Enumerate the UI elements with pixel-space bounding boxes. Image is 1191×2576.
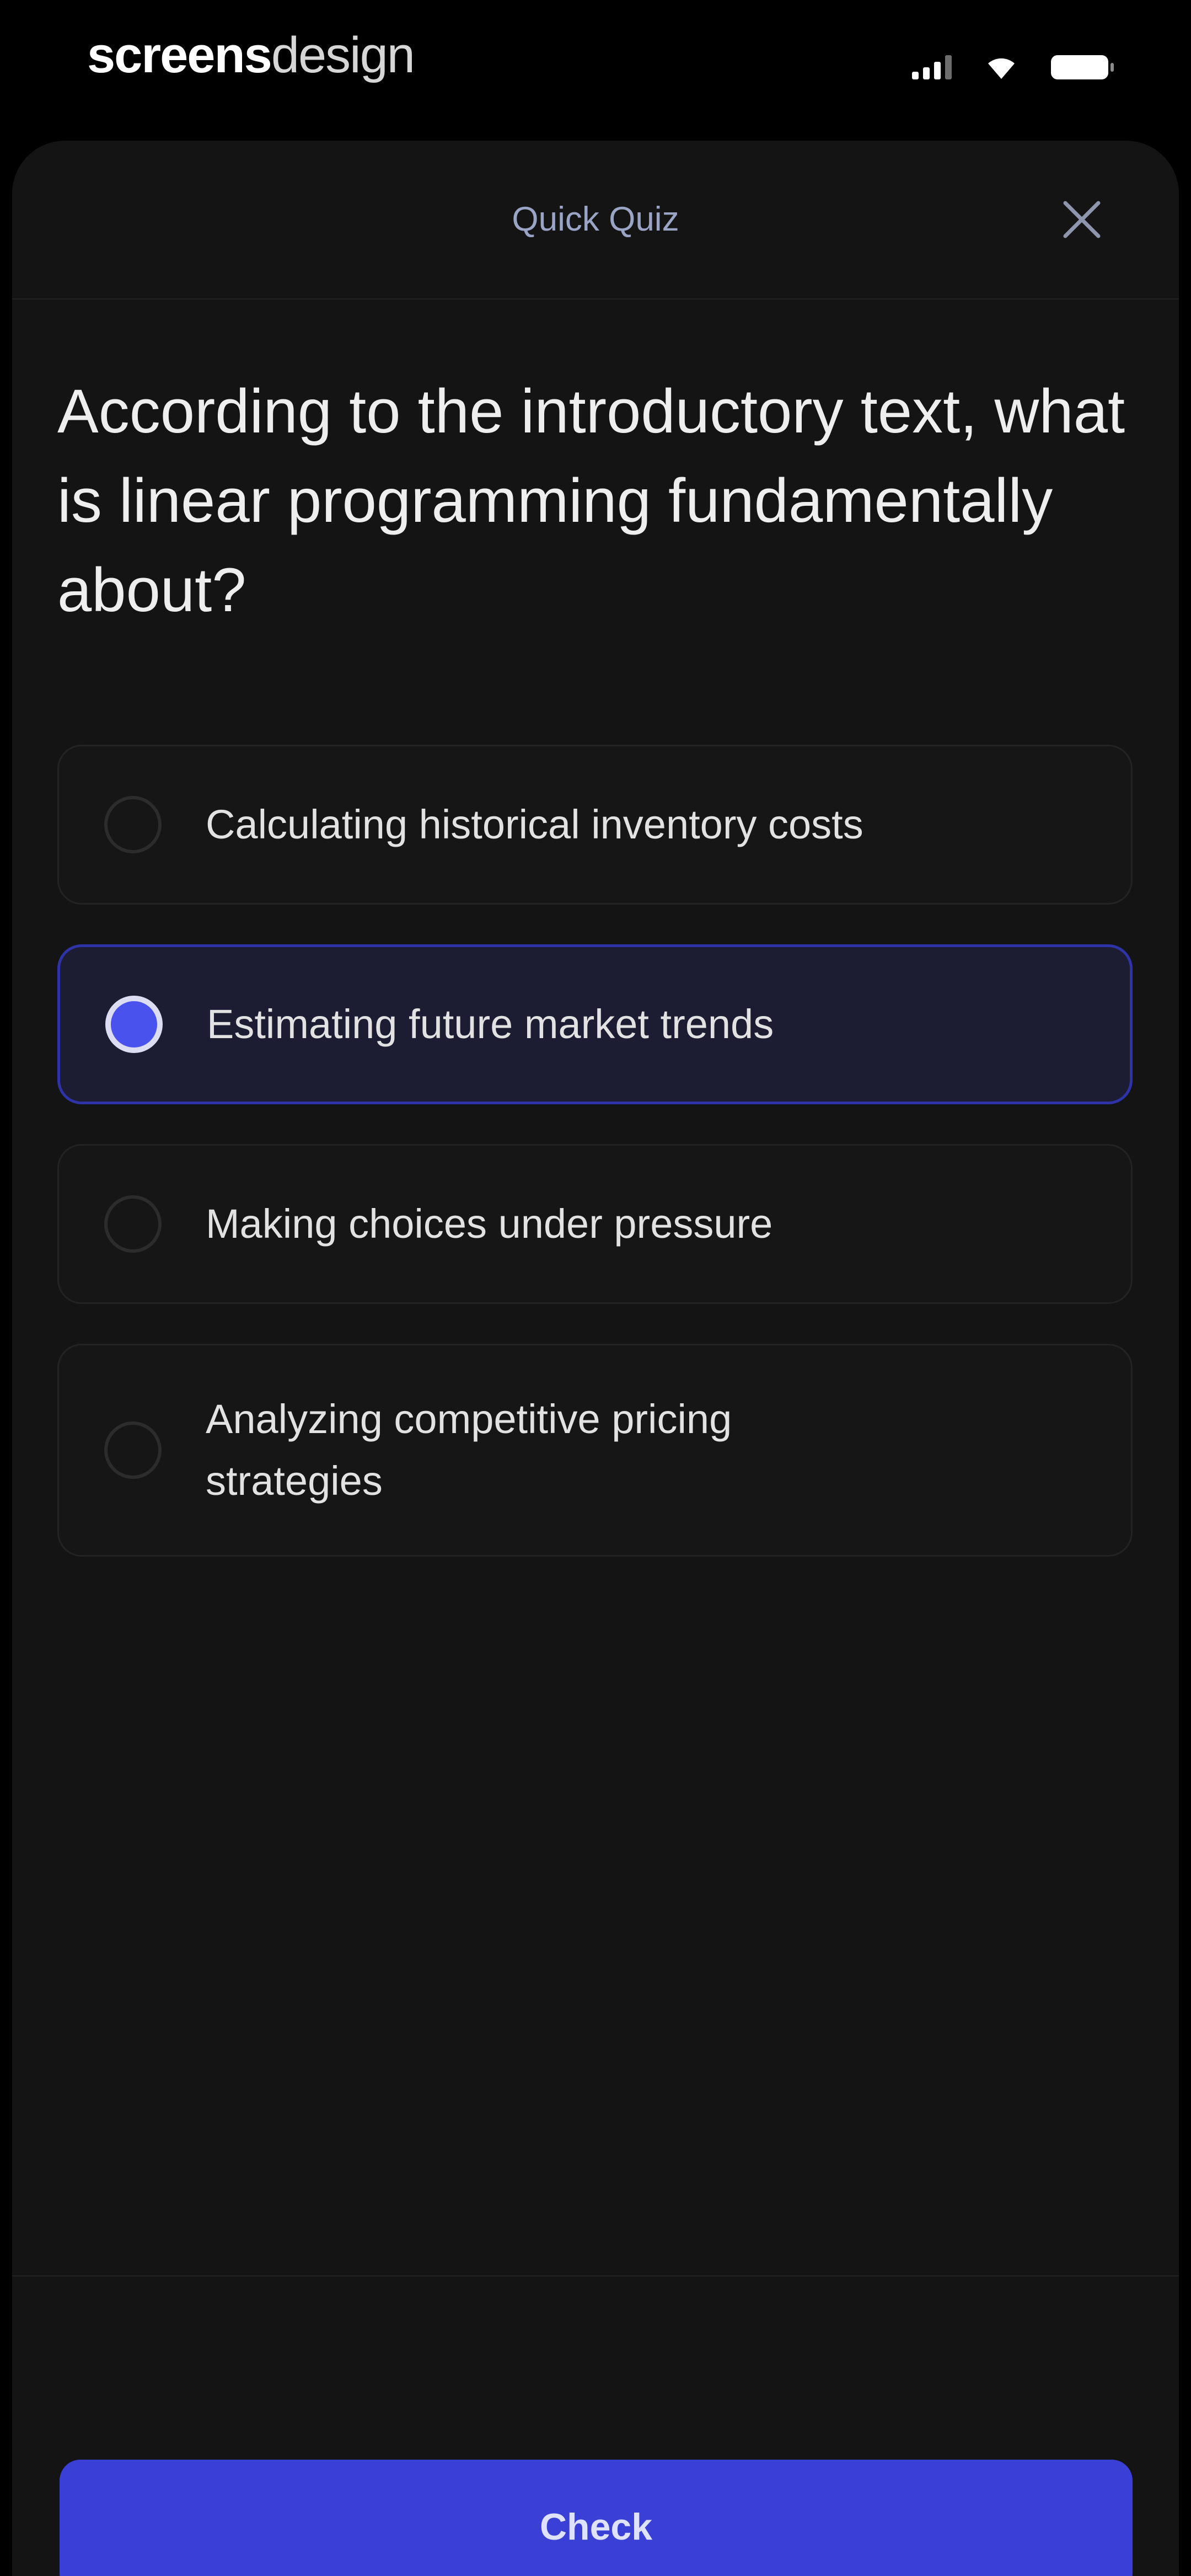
- sheet-title: Quick Quiz: [512, 200, 679, 238]
- battery-icon: [1051, 55, 1114, 79]
- quiz-sheet: Quick Quiz According to the introductory…: [12, 141, 1179, 2576]
- check-button[interactable]: Check: [60, 2460, 1133, 2576]
- close-icon: [1063, 201, 1101, 238]
- radio-button[interactable]: [104, 1421, 162, 1479]
- option-label: Calculating historical inventory costs: [206, 801, 863, 847]
- answer-options: Calculating historical inventory costs E…: [57, 745, 1133, 1596]
- radio-button[interactable]: [104, 796, 162, 853]
- option-4[interactable]: Analyzing competitive pricing strategies: [57, 1344, 1133, 1557]
- question-text: According to the introductory text, what…: [57, 377, 1125, 624]
- brand-logo-light: design: [271, 27, 415, 83]
- brand-logo-bold: screens: [87, 27, 272, 83]
- status-bar: screensdesign: [0, 0, 1191, 138]
- option-label: Making choices under pressure: [206, 1201, 773, 1247]
- option-1[interactable]: Calculating historical inventory costs: [57, 745, 1133, 905]
- option-2[interactable]: Estimating future market trends: [57, 944, 1133, 1104]
- close-button[interactable]: [1060, 197, 1104, 242]
- signal-icon: [912, 55, 952, 79]
- radio-button[interactable]: [105, 996, 163, 1053]
- radio-button[interactable]: [104, 1195, 162, 1253]
- sheet-header: Quick Quiz: [12, 141, 1179, 300]
- brand-logo: screensdesign: [87, 22, 415, 88]
- wifi-icon: [985, 55, 1018, 80]
- footer: Check: [12, 2275, 1179, 2576]
- option-3[interactable]: Making choices under pressure: [57, 1144, 1133, 1304]
- option-label: Estimating future market trends: [207, 1001, 774, 1047]
- option-label: Analyzing competitive pricing strategies: [206, 1396, 732, 1504]
- status-icons: [912, 51, 1114, 84]
